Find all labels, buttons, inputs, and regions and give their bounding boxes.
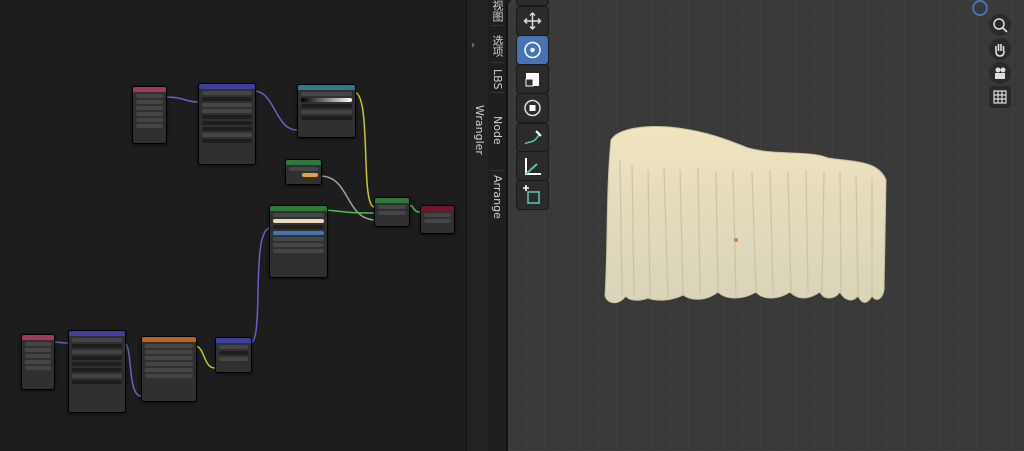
node-rgb[interactable] bbox=[285, 159, 322, 185]
node-color-ramp[interactable] bbox=[297, 84, 356, 138]
tab-view[interactable]: 视图 bbox=[488, 0, 506, 22]
node-image-texture[interactable] bbox=[141, 336, 197, 402]
node-texcoord-1[interactable] bbox=[132, 86, 167, 144]
node-mapping-2[interactable] bbox=[68, 330, 126, 413]
node-principled-bsdf[interactable] bbox=[269, 205, 328, 278]
n-panel-tabs: 视图 选项 LBS Node Wrangler Arrange bbox=[473, 0, 507, 451]
node-mapping-1[interactable] bbox=[198, 83, 256, 165]
node-material-output[interactable] bbox=[420, 205, 455, 234]
tab-options[interactable]: 选项 bbox=[488, 30, 506, 62]
node-editor[interactable] bbox=[0, 0, 466, 451]
collapse-arrow-icon[interactable]: › bbox=[471, 40, 475, 51]
object-origin bbox=[734, 238, 738, 242]
mesh-object[interactable] bbox=[508, 0, 1024, 451]
tab-node-wrangler[interactable]: Node Wrangler bbox=[473, 96, 506, 164]
node-mix-shader[interactable] bbox=[374, 197, 410, 227]
node-bump[interactable] bbox=[215, 337, 252, 373]
tab-arrange[interactable]: Arrange bbox=[488, 175, 506, 219]
3d-viewport[interactable] bbox=[507, 0, 1024, 451]
tab-lbs[interactable]: LBS bbox=[488, 66, 506, 92]
node-texcoord-2[interactable] bbox=[21, 334, 55, 390]
area-splitter[interactable]: › bbox=[466, 0, 489, 451]
